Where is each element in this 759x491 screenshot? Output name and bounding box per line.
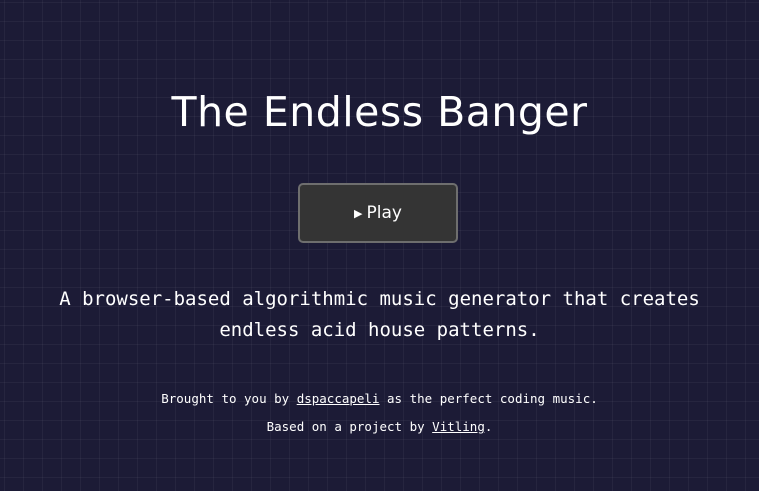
credit-author-prefix: Brought to you by bbox=[161, 391, 297, 406]
page-title: The Endless Banger bbox=[171, 88, 588, 136]
description: A browser-based algorithmic music genera… bbox=[0, 284, 759, 346]
credits: Brought to you by dspaccapeli as the per… bbox=[0, 385, 759, 441]
credit-line-author: Brought to you by dspaccapeli as the per… bbox=[0, 385, 759, 413]
description-line-2: endless acid house patterns. bbox=[219, 319, 540, 341]
origin-project-link[interactable]: Vitling bbox=[432, 419, 485, 434]
credit-origin-suffix: . bbox=[484, 419, 493, 434]
page: The Endless Banger ▶ Play A browser-base… bbox=[0, 0, 759, 491]
play-button[interactable]: ▶ Play bbox=[298, 183, 458, 243]
play-button-label: Play bbox=[366, 203, 402, 223]
author-link[interactable]: dspaccapeli bbox=[297, 391, 380, 406]
description-line-1: A browser-based algorithmic music genera… bbox=[59, 288, 700, 310]
credit-author-suffix: as the perfect coding music. bbox=[379, 391, 598, 406]
play-icon: ▶ bbox=[354, 206, 363, 220]
credit-line-origin: Based on a project by Vitling. bbox=[0, 413, 759, 441]
credit-origin-prefix: Based on a project by bbox=[266, 419, 433, 434]
